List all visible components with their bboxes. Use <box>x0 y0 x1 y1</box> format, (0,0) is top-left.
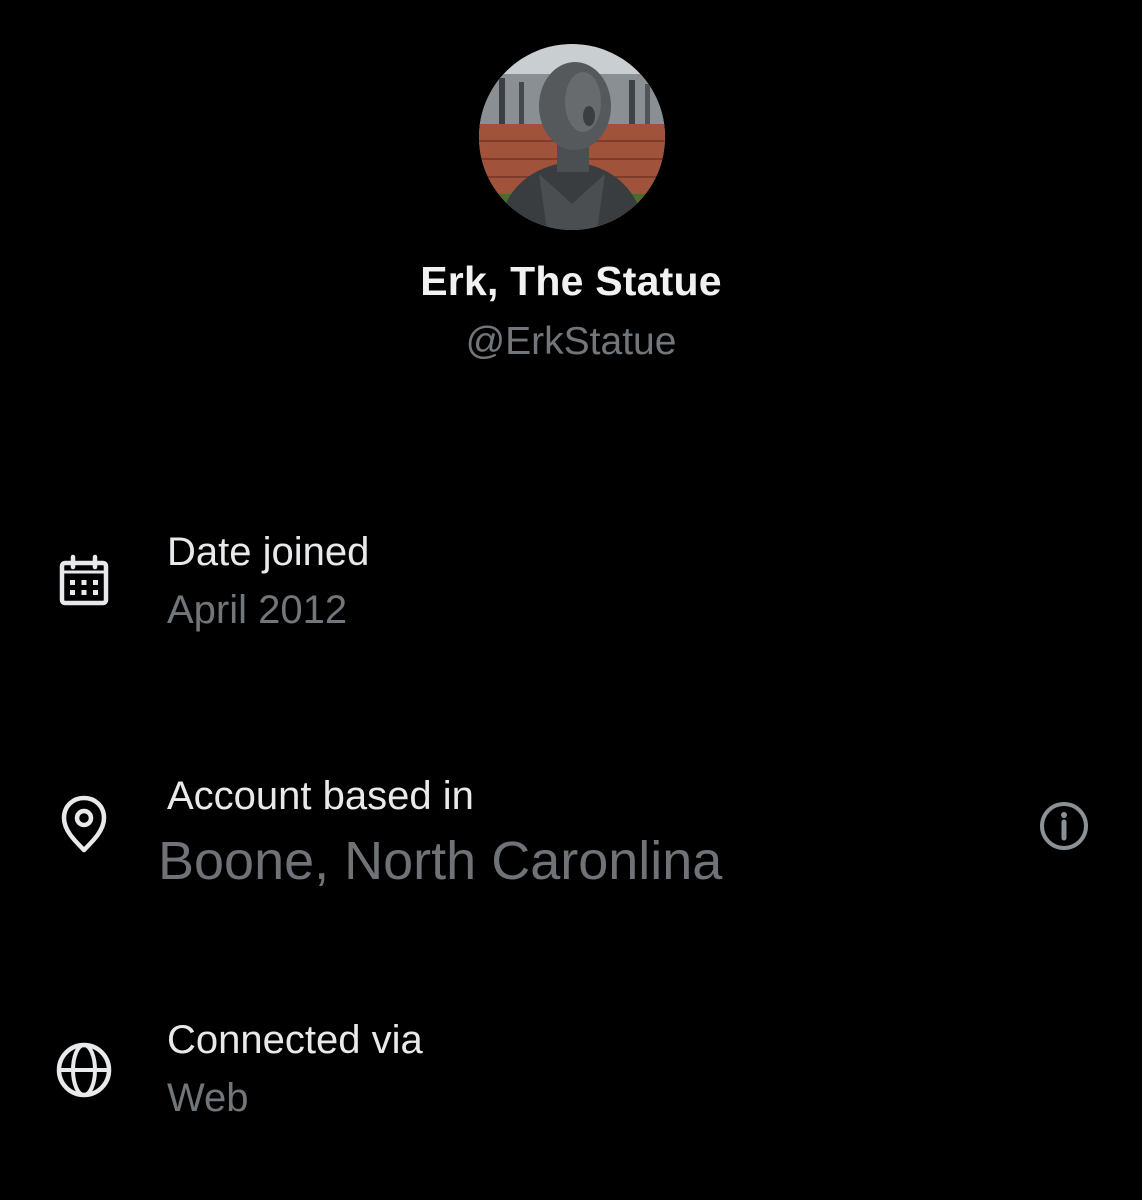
avatar-image <box>479 44 665 230</box>
display-name: Erk, The Statue <box>420 258 722 304</box>
location-pin-icon <box>52 792 116 856</box>
profile-avatar[interactable] <box>479 44 665 230</box>
connected-via-value: Web <box>167 1076 249 1120</box>
info-icon[interactable] <box>1036 798 1092 854</box>
username-handle: @ErkStatue <box>465 320 677 363</box>
about-account-page: Erk, The Statue @ErkStatue Date joined A… <box>0 0 1142 1200</box>
account-location-label: Account based in <box>167 774 474 818</box>
connected-via-label: Connected via <box>167 1018 423 1062</box>
calendar-icon <box>52 550 116 614</box>
date-joined-label: Date joined <box>167 530 370 574</box>
account-location-value: Boone, North Caronlina <box>158 831 723 891</box>
date-joined-value: April 2012 <box>167 588 348 632</box>
globe-icon <box>52 1038 116 1102</box>
